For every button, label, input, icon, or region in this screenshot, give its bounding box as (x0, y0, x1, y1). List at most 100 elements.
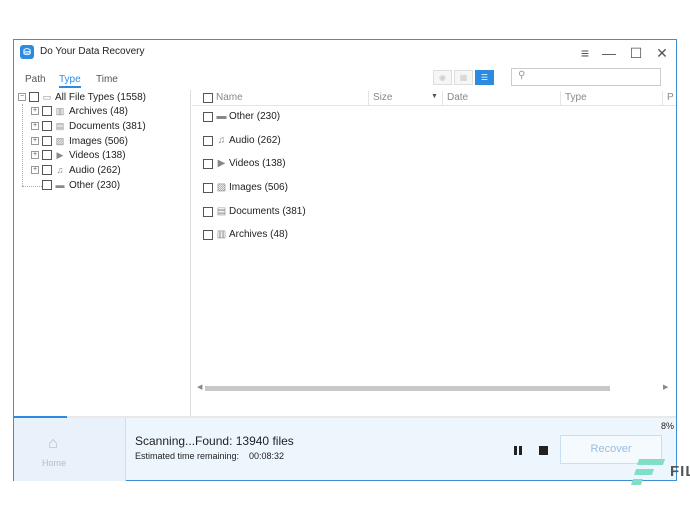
expand-icon[interactable]: + (31, 107, 39, 115)
checkbox[interactable] (42, 165, 52, 175)
list-item[interactable]: ▬ Other (230) (192, 109, 676, 125)
column-divider[interactable] (662, 91, 663, 105)
expand-icon[interactable]: + (31, 122, 39, 130)
checkbox[interactable] (29, 92, 39, 102)
checkbox[interactable] (203, 112, 213, 122)
tree-item-documents[interactable]: + ▤ Documents (381) (14, 120, 191, 134)
status-panel: ⌂ Home Scanning...Found: 13940 files Est… (14, 416, 676, 481)
column-path[interactable]: P (667, 92, 674, 106)
checkbox[interactable] (42, 121, 52, 131)
file-type-tree: − ▭ All File Types (1558) + ▥ Archives (… (14, 90, 191, 416)
checkbox[interactable] (203, 207, 213, 217)
select-all-checkbox[interactable] (203, 93, 213, 103)
horizontal-scrollbar[interactable]: ◀ ▶ (197, 383, 669, 392)
scan-status-text: Scanning...Found: 13940 files (135, 434, 294, 448)
watermark-mark-icon (630, 459, 666, 487)
list-item[interactable]: ▨ Images (506) (192, 180, 676, 196)
home-label: Home (41, 458, 66, 468)
list-item-label: Audio (262) (229, 135, 281, 146)
tree-item-other[interactable]: ▬ Other (230) (14, 179, 191, 193)
collapse-icon[interactable]: − (18, 93, 26, 101)
checkbox[interactable] (42, 150, 52, 160)
tab-type[interactable]: Type (59, 74, 81, 88)
folder-icon: ▬ (216, 111, 227, 122)
document-icon: ▤ (216, 206, 227, 217)
column-divider[interactable] (368, 91, 369, 105)
thumbnail-view-icon[interactable]: ▦ (454, 70, 473, 85)
scroll-right-icon[interactable]: ▶ (663, 383, 668, 391)
checkbox[interactable] (203, 136, 213, 146)
window-title: Do Your Data Recovery (40, 46, 145, 57)
checkbox[interactable] (203, 183, 213, 193)
app-logo-icon: ⛁ (20, 45, 34, 59)
sort-down-icon: ▼ (431, 93, 438, 100)
checkbox[interactable] (42, 180, 52, 190)
watermark-logo: FIL (630, 456, 690, 490)
search-input[interactable] (530, 71, 658, 83)
app-window: ⛁ Do Your Data Recovery ≡ — ☐ ✕ Path Typ… (13, 39, 677, 481)
home-icon: ⌂ (48, 435, 58, 452)
audio-icon: ♫ (56, 165, 64, 175)
column-header: Name Size ▼ Date Type P (192, 90, 676, 106)
list-item-label: Images (506) (229, 182, 288, 193)
pause-icon (519, 446, 522, 455)
checkbox[interactable] (203, 159, 213, 169)
tree-item-archives[interactable]: + ▥ Archives (48) (14, 105, 191, 119)
document-icon: ▤ (55, 121, 65, 131)
checkbox[interactable] (42, 136, 52, 146)
video-icon: ▶ (217, 158, 226, 169)
scroll-left-icon[interactable]: ◀ (197, 383, 202, 391)
pause-button[interactable] (512, 445, 524, 457)
tree-item-label: Documents (381) (69, 121, 146, 132)
tree-item-videos[interactable]: + ▶ Videos (138) (14, 149, 191, 163)
list-item[interactable]: ▥ Archives (48) (192, 227, 676, 243)
preview-view-icon[interactable]: ◉ (433, 70, 452, 85)
expand-icon[interactable]: + (31, 166, 39, 174)
eta-label: Estimated time remaining: (135, 451, 240, 461)
tab-path[interactable]: Path (25, 74, 46, 85)
list-item-label: Videos (138) (229, 158, 286, 169)
audio-icon: ♫ (217, 135, 226, 146)
monitor-icon: ▭ (42, 92, 52, 102)
home-button[interactable]: ⌂ Home (14, 418, 126, 481)
list-item-label: Other (230) (229, 111, 281, 122)
progress-percent: 8% (661, 421, 675, 431)
tree-item-audio[interactable]: + ♫ Audio (262) (14, 164, 191, 178)
expand-icon[interactable]: + (31, 151, 39, 159)
eta-value: 00:08:32 (249, 451, 285, 461)
tree-item-all-file-types[interactable]: − ▭ All File Types (1558) (14, 91, 191, 105)
tree-item-label: Other (230) (69, 180, 121, 191)
search-icon: ⚲ (518, 70, 526, 81)
scrollbar-thumb[interactable] (205, 386, 610, 391)
tree-item-label: Images (506) (69, 136, 128, 147)
pause-icon (514, 446, 517, 455)
checkbox[interactable] (42, 106, 52, 116)
folder-icon: ▬ (55, 180, 65, 190)
tree-item-label: Videos (138) (69, 150, 126, 161)
menu-icon[interactable]: ≡ (574, 43, 596, 63)
list-item[interactable]: ▶ Videos (138) (192, 156, 676, 172)
list-item[interactable]: ▤ Documents (381) (192, 204, 676, 220)
list-item-label: Archives (48) (229, 229, 288, 240)
title-bar: ⛁ Do Your Data Recovery ≡ — ☐ ✕ (14, 40, 676, 66)
column-size[interactable]: Size (373, 92, 392, 106)
close-button[interactable]: ✕ (651, 43, 673, 63)
list-view-icon[interactable]: ☰ (475, 70, 494, 85)
stop-button[interactable] (539, 446, 548, 455)
list-item[interactable]: ♫ Audio (262) (192, 133, 676, 149)
column-divider[interactable] (442, 91, 443, 105)
column-date[interactable]: Date (447, 92, 468, 106)
search-box: ⚲ (511, 68, 661, 86)
tree-item-label: Archives (48) (69, 106, 128, 117)
column-type[interactable]: Type (565, 92, 587, 106)
tab-time[interactable]: Time (96, 74, 118, 85)
maximize-button[interactable]: ☐ (625, 43, 647, 63)
column-divider[interactable] (560, 91, 561, 105)
tree-item-images[interactable]: + ▨ Images (506) (14, 135, 191, 149)
minimize-button[interactable]: — (598, 43, 620, 63)
checkbox[interactable] (203, 230, 213, 240)
expand-icon[interactable]: + (31, 137, 39, 145)
video-icon: ▶ (56, 150, 64, 160)
tree-item-label: Audio (262) (69, 165, 121, 176)
column-name[interactable]: Name (216, 92, 243, 106)
